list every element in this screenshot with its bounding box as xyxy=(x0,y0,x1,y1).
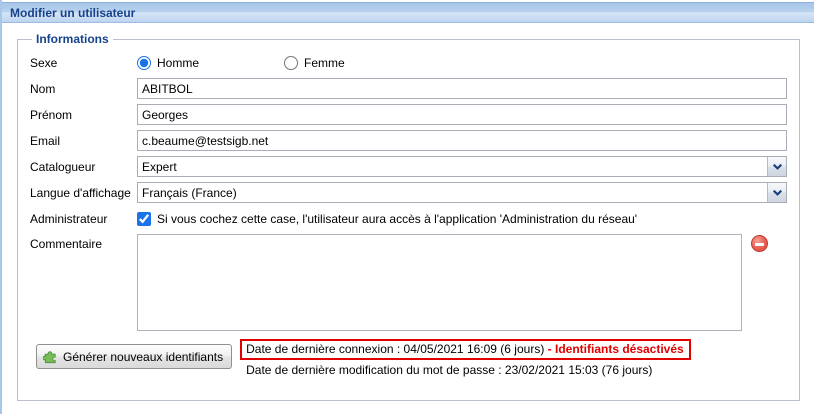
prenom-label: Prénom xyxy=(30,108,137,122)
row-sexe: Sexe Homme Femme xyxy=(30,52,787,73)
langue-select[interactable]: Français (France) xyxy=(137,182,787,203)
remove-comment-icon[interactable] xyxy=(751,235,768,252)
nom-input[interactable] xyxy=(137,78,787,99)
administrateur-label: Administrateur xyxy=(30,212,137,226)
row-commentaire: Commentaire xyxy=(30,234,787,331)
langue-label: Langue d'affichage xyxy=(30,186,137,200)
last-connection-box: Date de dernière connexion : 04/05/2021 … xyxy=(240,339,691,360)
user-edit-panel: Modifier un utilisateur Informations Sex… xyxy=(0,0,814,414)
row-nom: Nom xyxy=(30,78,787,99)
generate-identifiers-label: Générer nouveaux identifiants xyxy=(63,350,223,364)
chevron-down-icon xyxy=(773,164,782,170)
homme-radio[interactable] xyxy=(137,56,151,70)
radio-option-femme: Femme xyxy=(284,56,345,70)
langue-selected-value: Français (France) xyxy=(138,186,767,200)
catalogueur-dropdown-button[interactable] xyxy=(767,157,786,176)
row-prenom: Prénom xyxy=(30,104,787,125)
panel-title: Modifier un utilisateur xyxy=(2,2,814,23)
fieldset-legend: Informations xyxy=(32,32,113,46)
nom-label: Nom xyxy=(30,82,137,96)
langue-dropdown-button[interactable] xyxy=(767,183,786,202)
sexe-radio-group: Homme Femme xyxy=(137,56,787,70)
puzzle-piece-icon xyxy=(43,349,58,364)
commentaire-textarea[interactable] xyxy=(137,234,742,331)
chevron-down-icon xyxy=(773,190,782,196)
row-email: Email xyxy=(30,130,787,151)
last-password-change-text: Date de dernière modification du mot de … xyxy=(240,360,691,377)
femme-radio[interactable] xyxy=(284,56,298,70)
email-input[interactable] xyxy=(137,130,787,151)
dates-block: Date de dernière connexion : 04/05/2021 … xyxy=(240,339,691,377)
catalogueur-select[interactable]: Expert xyxy=(137,156,787,177)
homme-radio-label: Homme xyxy=(157,56,199,70)
email-label: Email xyxy=(30,134,137,148)
informations-fieldset: Informations Sexe Homme Femme Nom xyxy=(17,32,800,401)
row-catalogueur: Catalogueur Expert xyxy=(30,156,787,177)
identifiers-disabled-flag: - Identifiants désactivés xyxy=(548,342,684,356)
prenom-input[interactable] xyxy=(137,104,787,125)
femme-radio-label: Femme xyxy=(304,56,345,70)
row-administrateur: Administrateur Si vous cochez cette case… xyxy=(30,208,787,229)
catalogueur-label: Catalogueur xyxy=(30,160,137,174)
generate-identifiers-button[interactable]: Générer nouveaux identifiants xyxy=(36,344,232,369)
sexe-label: Sexe xyxy=(30,56,137,70)
radio-option-homme: Homme xyxy=(137,56,284,70)
administrateur-checkbox[interactable] xyxy=(137,212,151,226)
row-langue: Langue d'affichage Français (France) xyxy=(30,182,787,203)
footer-row: Générer nouveaux identifiants Date de de… xyxy=(30,339,787,377)
catalogueur-selected-value: Expert xyxy=(138,160,767,174)
administrateur-hint: Si vous cochez cette case, l'utilisateur… xyxy=(157,212,637,226)
last-connection-text: Date de dernière connexion : 04/05/2021 … xyxy=(246,342,544,356)
commentaire-label: Commentaire xyxy=(30,234,137,251)
